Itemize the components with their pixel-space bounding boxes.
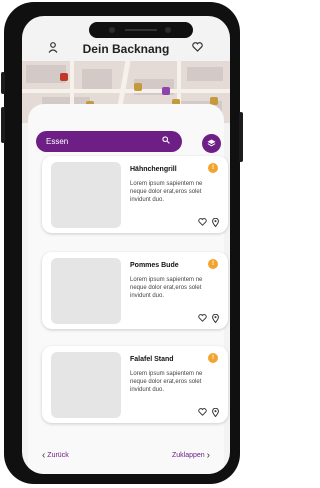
location-pin-icon[interactable] [212, 407, 219, 419]
listing-name: Pommes Bude [130, 262, 179, 269]
chevron-left-icon: ‹ [42, 450, 46, 461]
heart-icon[interactable] [198, 218, 207, 228]
listing-description: Lorem ipsum sapientem ne neque dolor era… [130, 371, 203, 393]
map-pin[interactable] [134, 83, 142, 91]
listing-name: Falafel Stand [130, 356, 174, 363]
status-badge: ! [208, 259, 218, 269]
back-button[interactable]: ‹ Zurück [42, 450, 69, 461]
listing-name: Hähnchengrill [130, 166, 177, 173]
location-pin-icon[interactable] [212, 217, 219, 229]
list-item[interactable]: Hähnchengrill Lorem ipsum sapientem ne n… [42, 156, 228, 233]
search-icon[interactable] [162, 136, 170, 146]
side-button [1, 72, 5, 94]
collapse-button[interactable]: Zuklappen › [172, 450, 210, 461]
side-button [239, 112, 243, 162]
back-label: Zurück [47, 452, 69, 459]
collapse-label: Zuklappen [172, 452, 205, 459]
layers-icon [207, 139, 216, 148]
side-button [1, 107, 5, 143]
heart-icon[interactable] [198, 314, 207, 324]
list-item[interactable]: Pommes Bude Lorem ipsum sapientem ne neq… [42, 252, 228, 329]
status-badge: ! [208, 163, 218, 173]
chevron-right-icon: › [206, 450, 210, 461]
map-pin[interactable] [60, 73, 68, 81]
notch [89, 22, 193, 38]
listing-description: Lorem ipsum sapientem ne neque dolor era… [130, 181, 203, 203]
listing-image [51, 352, 121, 418]
layers-button[interactable] [202, 134, 221, 153]
search-bar[interactable] [36, 131, 182, 152]
heart-icon[interactable] [192, 42, 203, 55]
map-pin[interactable] [162, 87, 170, 95]
listing-image [51, 162, 121, 228]
status-badge: ! [208, 353, 218, 363]
listing-image [51, 258, 121, 324]
list-item[interactable]: Falafel Stand Lorem ipsum sapientem ne n… [42, 346, 228, 423]
search-input[interactable] [46, 131, 156, 152]
listing-description: Lorem ipsum sapientem ne neque dolor era… [130, 277, 203, 299]
phone-frame: Dein Backnang Hähnchengril [1, 2, 243, 484]
heart-icon[interactable] [198, 408, 207, 418]
screen: Dein Backnang Hähnchengril [22, 16, 230, 474]
footer-nav: ‹ Zurück Zuklappen › [22, 448, 230, 468]
location-pin-icon[interactable] [212, 313, 219, 325]
